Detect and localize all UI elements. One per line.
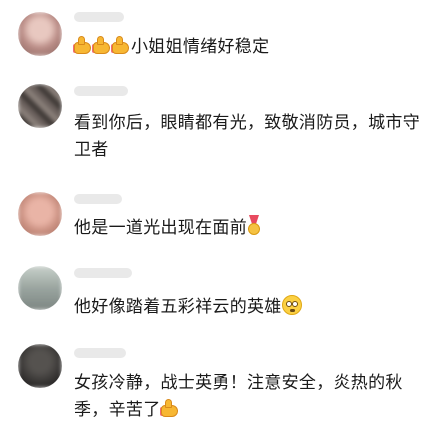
username-redacted[interactable] [74, 194, 122, 204]
comment-text: 女孩冷静，战士英勇！注意安全，炎热的秋季，辛苦了 [74, 373, 403, 420]
thumbs-up-icon [92, 35, 111, 55]
avatar[interactable] [18, 344, 62, 388]
username-redacted[interactable] [74, 348, 126, 358]
username-redacted[interactable] [74, 268, 132, 278]
avatar[interactable] [18, 192, 62, 236]
comment-text-row: 他好像踏着五彩祥云的英雄 [74, 294, 424, 321]
comment-text: 他是一道光出现在面前 [74, 218, 247, 238]
thumbs-up-icon [159, 398, 179, 418]
thumbs-up-icon [73, 35, 92, 55]
thumbs-up-icon [111, 35, 130, 55]
comment-text: 他好像踏着五彩祥云的英雄 [74, 297, 282, 317]
comment-list: 小姐姐情绪好稳定 看到你后，眼睛都有光，致敬消防员，城市守卫者 他是一道光出现在… [0, 0, 439, 430]
comment-text: 小姐姐情绪好稳定 [131, 37, 270, 57]
avatar[interactable] [18, 84, 62, 128]
comment-text-row: 女孩冷静，战士英勇！注意安全，炎热的秋季，辛苦了 [74, 370, 424, 424]
comment-text-row: 他是一道光出现在面前 [74, 215, 424, 242]
username-redacted[interactable] [74, 12, 124, 22]
username-redacted[interactable] [74, 86, 128, 96]
comment-text: 看到你后，眼睛都有光，致敬消防员，城市守卫者 [74, 113, 420, 160]
avatar[interactable] [18, 12, 62, 56]
flushed-face-icon [281, 295, 302, 315]
avatar[interactable] [18, 266, 62, 310]
comment-text-row: 小姐姐情绪好稳定 [73, 34, 424, 61]
medal-icon [247, 215, 261, 237]
